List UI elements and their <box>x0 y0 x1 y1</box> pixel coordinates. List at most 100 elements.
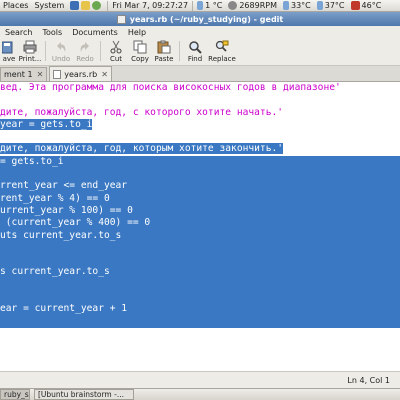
search-icon <box>189 41 202 54</box>
cursor-position: Ln 4, Col 1 <box>347 375 390 385</box>
toolbar-separator <box>100 41 101 61</box>
print-button[interactable]: Print... <box>18 37 42 63</box>
text-editor[interactable]: вед. Эта программа для поиска високосных… <box>0 82 400 371</box>
document-icon <box>53 69 62 79</box>
undo-button[interactable]: Undo <box>49 37 73 63</box>
find-button[interactable]: Find <box>183 37 207 63</box>
menu-tools[interactable]: Tools <box>37 28 67 37</box>
selected-text[interactable]: дите, пожалуйста, год, которым хотите за… <box>0 143 284 155</box>
code-line[interactable]: (current_year % 400) == 0 <box>0 217 400 230</box>
menu-help[interactable]: Help <box>123 28 151 37</box>
window-title: years.rb (~/ruby_studying) - gedit <box>129 14 284 24</box>
replace-label: Replace <box>208 55 236 63</box>
help-icon[interactable] <box>92 1 102 10</box>
mail-icon[interactable] <box>81 1 91 10</box>
code-line[interactable] <box>0 315 400 328</box>
menu-search[interactable]: Search <box>0 28 37 37</box>
cpu-icon <box>350 1 360 10</box>
redo-icon <box>80 42 89 52</box>
bottom-taskbar: ruby_stu... [Ubuntu brainstorm -... <box>0 388 400 400</box>
sensor-temp-2: 33°C <box>280 0 314 11</box>
panel-separator <box>192 0 194 11</box>
cut-label: Cut <box>109 55 123 63</box>
window-titlebar[interactable]: years.rb (~/ruby_studying) - gedit <box>0 12 400 26</box>
code-line[interactable] <box>0 168 400 181</box>
toolbar: ave Print... Undo Redo Cut Copy Paste Fi… <box>0 38 400 66</box>
print-label: Print... <box>18 55 42 63</box>
scissors-icon <box>110 40 122 54</box>
copy-icon <box>133 40 147 54</box>
menu-documents[interactable]: Documents <box>67 28 123 37</box>
thermometer-icon <box>316 1 323 10</box>
paste-button[interactable]: Paste <box>152 37 176 63</box>
code-line[interactable]: s current_year.to_s <box>0 266 400 279</box>
top-panel: Places System Fri Mar 7, 09:27:27 1 °C 2… <box>0 0 400 12</box>
sensor-temp-3: 37°C <box>314 0 348 11</box>
cut-button[interactable]: Cut <box>104 37 128 63</box>
clock[interactable]: Fri Mar 7, 09:27:27 <box>109 0 191 11</box>
undo-icon <box>57 42 66 52</box>
tab-label: years.rb <box>64 69 98 79</box>
launcher-icons[interactable] <box>67 0 106 11</box>
find-label: Find <box>187 55 203 63</box>
save-icon <box>2 41 13 54</box>
redo-button[interactable]: Redo <box>73 37 97 63</box>
redo-label: Redo <box>76 55 94 63</box>
tab-label: ment 1 <box>4 70 33 79</box>
sensor-fan-value: 2689RPM <box>239 1 277 10</box>
printer-icon <box>23 40 37 54</box>
system-menu[interactable]: System <box>31 0 67 11</box>
code-line[interactable] <box>0 291 400 304</box>
copy-label: Copy <box>131 55 149 63</box>
code-line[interactable]: ear = current_year + 1 <box>0 303 400 316</box>
selected-text[interactable]: year = gets.to_i <box>0 118 93 130</box>
copy-button[interactable]: Copy <box>128 37 152 63</box>
sensor-temp-4: 46°C <box>348 0 385 11</box>
code-line[interactable] <box>0 278 400 292</box>
taskbar-item-gedit[interactable]: ruby_stu... <box>0 389 30 400</box>
paste-label: Paste <box>154 55 174 63</box>
document-tabs: ment 1 ✕ years.rb ✕ <box>0 66 400 82</box>
paste-icon <box>157 40 171 54</box>
panel-separator <box>107 0 109 11</box>
code-line[interactable]: = gets.to_i <box>0 155 400 169</box>
fan-icon <box>228 1 238 10</box>
taskbar-item-label: [Ubuntu brainstorm -... <box>38 390 124 399</box>
replace-button[interactable]: Replace <box>207 37 237 63</box>
save-label: ave <box>2 55 16 63</box>
sensor-temp-4-value: 46°C <box>361 1 382 10</box>
code-line[interactable]: вед. Эта программа для поиска високосных… <box>0 82 400 94</box>
taskbar-item-browser[interactable]: [Ubuntu brainstorm -... <box>34 389 134 400</box>
save-button[interactable]: ave <box>0 37 18 63</box>
sensor-temp-1: 1 °C <box>194 0 225 11</box>
toolbar-separator <box>179 41 180 61</box>
thermometer-icon <box>197 1 204 10</box>
tab-unsaved-document[interactable]: ment 1 ✕ <box>0 67 48 81</box>
replace-icon <box>215 40 229 52</box>
tab-years-rb[interactable]: years.rb ✕ <box>49 66 112 81</box>
code-line[interactable] <box>0 94 400 106</box>
toolbar-separator <box>45 41 46 61</box>
code-line[interactable]: urrent_year % 100) == 0 <box>0 204 400 218</box>
places-menu[interactable]: Places <box>0 0 31 11</box>
code-line[interactable]: year = gets.to_i <box>0 118 400 131</box>
code-line[interactable] <box>0 241 400 255</box>
code-line[interactable]: uts current_year.to_s <box>0 229 400 242</box>
browser-icon[interactable] <box>70 1 80 10</box>
status-bar: Ln 4, Col 1 <box>0 371 400 388</box>
close-icon[interactable]: ✕ <box>37 70 44 79</box>
code-line[interactable]: rrent_year <= end_year <box>0 180 400 193</box>
code-line[interactable]: rent_year % 4) == 0 <box>0 192 400 205</box>
sensor-temp-3-value: 37°C <box>324 1 345 10</box>
document-icon <box>116 14 126 24</box>
thermometer-icon <box>282 1 289 10</box>
sensor-fan: 2689RPM <box>225 0 280 11</box>
close-icon[interactable]: ✕ <box>101 70 108 79</box>
code-line[interactable] <box>0 131 400 143</box>
undo-label: Undo <box>51 55 71 63</box>
sensor-temp-1-value: 1 °C <box>205 1 223 10</box>
code-line[interactable]: дите, пожалуйста, год, которым хотите за… <box>0 143 400 155</box>
taskbar-item-label: ruby_stu... <box>4 390 29 399</box>
code-line[interactable]: дите, пожалуйста, год, с которого хотите… <box>0 107 400 119</box>
code-line[interactable] <box>0 254 400 267</box>
